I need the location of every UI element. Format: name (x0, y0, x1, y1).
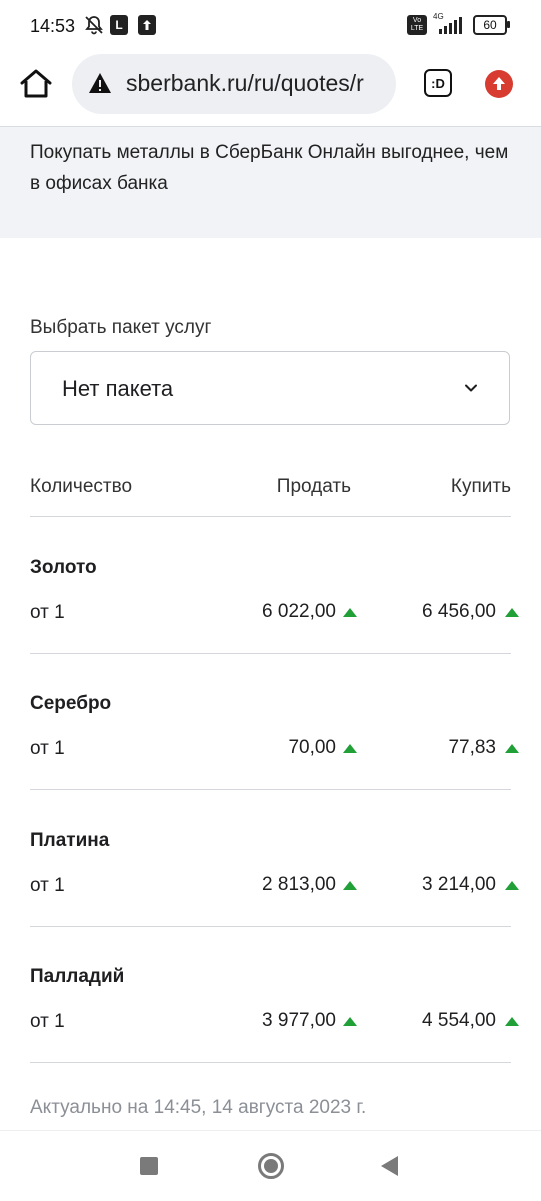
table-row: Серебро от 1 70,00 77,83 (30, 653, 519, 790)
bell-off-icon (85, 16, 103, 35)
arrow-up-icon (505, 1017, 519, 1026)
sell-price: 2 813,00 (262, 874, 336, 895)
arrow-up-icon (505, 744, 519, 753)
metal-qty: от 1 (30, 1011, 65, 1032)
metal-qty: от 1 (30, 738, 65, 759)
metal-name: Золото (30, 557, 97, 578)
signal-icon: 4G (433, 12, 467, 35)
volte-icon: Vo LTE (407, 15, 427, 35)
arrow-up-icon (343, 881, 357, 890)
recents-icon[interactable] (140, 1157, 158, 1175)
table-row: Платина от 1 2 813,00 3 214,00 (30, 790, 519, 927)
home-icon[interactable] (18, 66, 54, 102)
updated-timestamp: Актуально на 14:45, 14 августа 2023 г. (30, 1097, 367, 1118)
home-nav-icon[interactable] (258, 1153, 284, 1179)
metal-qty: от 1 (30, 875, 65, 896)
metal-name: Платина (30, 830, 110, 851)
buy-price: 4 554,00 (422, 1010, 496, 1031)
url-bar[interactable]: sberbank.ru/ru/quotes/r (72, 54, 396, 114)
sell-price: 3 977,00 (262, 1010, 336, 1031)
arrow-up-icon (505, 608, 519, 617)
warning-icon[interactable] (88, 72, 112, 94)
header-quantity: Количество (30, 476, 133, 497)
buy-price: 77,83 (448, 737, 496, 758)
tab-switcher-icon[interactable]: :D (424, 69, 452, 97)
status-bar: 14:53 L Vo LTE 4G 60 (0, 0, 541, 50)
header-buy: Купить (450, 476, 511, 497)
table-header: Количество Продать Купить (30, 474, 511, 517)
banner-text: Покупать металлы в СберБанк Онлайн выгод… (30, 142, 509, 194)
system-nav-bar (0, 1130, 541, 1201)
update-icon[interactable] (485, 70, 513, 98)
sell-price: 70,00 (288, 737, 336, 758)
metal-name: Палладий (30, 966, 125, 987)
metal-qty: от 1 (30, 602, 65, 623)
buy-price: 3 214,00 (422, 874, 496, 895)
arrow-up-icon (343, 744, 357, 753)
arrow-up-icon (343, 1017, 357, 1026)
sell-price: 6 022,00 (262, 601, 336, 622)
metal-name: Серебро (30, 693, 112, 714)
back-icon[interactable] (381, 1156, 398, 1176)
chevron-down-icon (465, 384, 477, 392)
table-row: Золото от 1 6 022,00 6 456,00 (30, 517, 519, 654)
arrow-up-icon (505, 881, 519, 890)
browser-toolbar: sberbank.ru/ru/quotes/r :D (0, 50, 541, 127)
header-sell: Продать (276, 476, 351, 497)
buy-price: 6 456,00 (422, 601, 496, 622)
table-row: Палладий от 1 3 977,00 4 554,00 (30, 926, 519, 1063)
upload-icon (138, 15, 156, 35)
status-right: Vo LTE 4G 60 (407, 12, 510, 35)
battery-icon: 60 (473, 15, 510, 35)
status-time: 14:53 (30, 16, 76, 36)
url-text: sberbank.ru/ru/quotes/r (126, 70, 364, 96)
arrow-up-icon (343, 608, 357, 617)
l-badge-icon: L (110, 15, 128, 35)
promo-banner: Покупать металлы в СберБанк Онлайн выгод… (0, 127, 541, 238)
package-select[interactable]: Нет пакета (30, 351, 510, 425)
package-selected-value: Нет пакета (62, 376, 174, 401)
package-label: Выбрать пакет услуг (30, 317, 212, 338)
